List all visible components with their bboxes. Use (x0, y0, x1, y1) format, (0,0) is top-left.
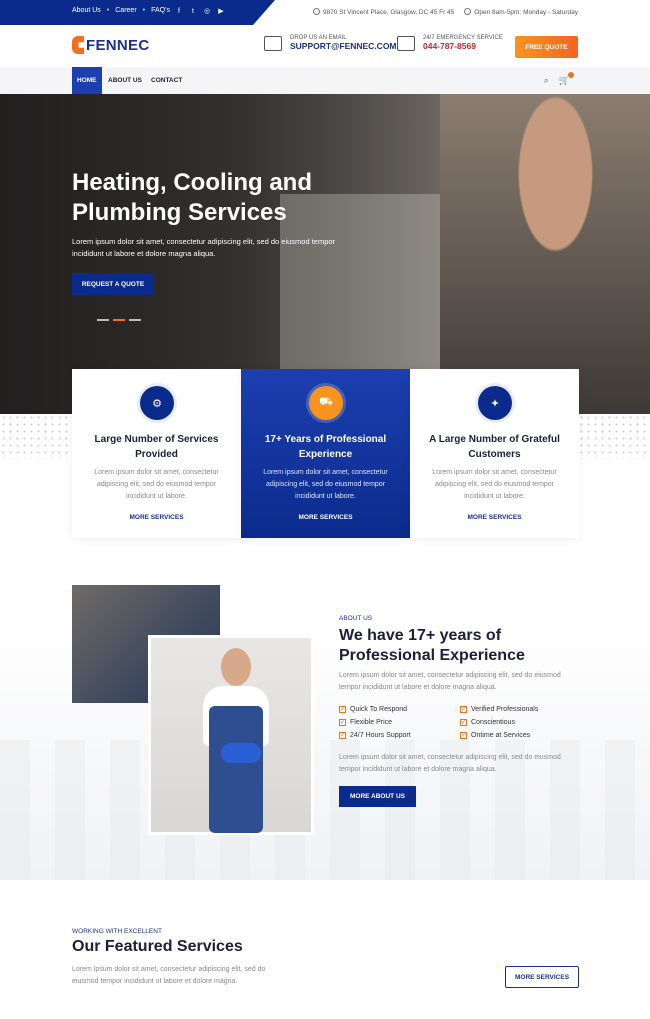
check-label: Flexible Price (350, 719, 393, 726)
email-contact: DROP US AN EMAIL SUPPORT@FENNEC.COM (264, 35, 397, 51)
about-image-plumber (148, 635, 314, 835)
more-services-link[interactable]: MORE SERVICES (241, 514, 410, 521)
feature-card-customers: ✦ A Large Number of Grateful Customers L… (410, 369, 579, 538)
check-label: Quick To Respond (350, 706, 408, 713)
address: 9870 St Vincent Place, Glasgow, DC 45 Fr… (312, 8, 455, 16)
check-item: ✓ 24/7 Hours Support (339, 732, 460, 739)
handshake-icon: ✦ (478, 386, 512, 420)
twitter-icon[interactable]: t (189, 7, 197, 15)
address-text: 9870 St Vincent Place, Glasgow, DC 45 Fr… (322, 9, 455, 16)
more-services-link[interactable]: MORE SERVICES (410, 514, 579, 521)
header: FENNEC DROP US AN EMAIL SUPPORT@FENNEC.C… (0, 25, 650, 67)
logo[interactable]: FENNEC (72, 36, 149, 54)
logo-text: FENNEC (86, 36, 150, 54)
nav-icons: ⌕ 🛒 (544, 72, 574, 86)
check-icon: ✓ (339, 706, 346, 713)
top-link-career[interactable]: Career (115, 7, 136, 14)
check-icon: ✓ (339, 732, 346, 739)
check-item: ✓ Flexible Price (339, 719, 460, 726)
check-item: ✓ Verified Professionals (460, 706, 579, 713)
services-text: Lorem ipsum dolor sit amet, consectetur … (72, 966, 266, 985)
check-label: Verified Professionals (471, 706, 539, 713)
about-title: We have 17+ years of Professional Experi… (339, 627, 525, 664)
about-text: Lorem ipsum dolor sit amet, consectetur … (339, 672, 561, 691)
cart-badge (568, 72, 574, 78)
feature-text: Lorem ipsum dolor sit amet, consectetur … (432, 469, 557, 500)
check-icon: ✓ (460, 719, 467, 726)
feature-card-services: ⚙ Large Number of Services Provided Lore… (72, 369, 241, 538)
phone-link[interactable]: 044-787-8569 (423, 41, 503, 51)
hours-text: Open 8am-5pm: Monday - Saturday (474, 9, 578, 16)
hero-text: Lorem ipsum dolor sit amet, consectetur … (72, 237, 336, 258)
services-title: Our Featured Services (72, 938, 243, 955)
separator-dot: • (106, 7, 110, 14)
check-icon: ✓ (460, 732, 467, 739)
about-tag: ABOUT US (339, 615, 373, 622)
feature-title: A Large Number of Grateful Customers (429, 434, 560, 460)
cart-icon[interactable]: 🛒 (559, 72, 574, 86)
check-item: ✓ Conscientious (460, 719, 579, 726)
logo-icon (72, 36, 84, 54)
hours: Open 8am-5pm: Monday - Saturday (464, 8, 578, 16)
youtube-icon[interactable]: ▶ (217, 7, 225, 15)
facebook-icon[interactable]: f (175, 7, 183, 15)
plumber-glove (221, 743, 261, 763)
plumber-head (221, 648, 251, 686)
top-links: About Us • Career • FAQ's (72, 7, 170, 14)
check-label: Ontime at Services (471, 732, 531, 739)
plumber-overall (209, 706, 263, 833)
request-quote-button[interactable]: REQUEST A QUOTE (72, 273, 154, 295)
top-info: 9870 St Vincent Place, Glasgow, DC 45 Fr… (312, 8, 578, 16)
more-about-us-button[interactable]: MORE ABOUT US (339, 786, 416, 807)
hero-title: Heating, Cooling and Plumbing Services (72, 169, 312, 226)
plumber-figure (191, 648, 281, 833)
clock-icon (464, 8, 472, 15)
phone-icon (397, 35, 415, 51)
feature-text: Lorem ipsum dolor sit amet, consectetur … (94, 469, 219, 500)
slider-dots (97, 319, 141, 321)
truck-icon: ⛟ (309, 386, 343, 420)
feature-title: Large Number of Services Provided (94, 434, 219, 460)
check-icon: ✓ (339, 719, 346, 726)
phone-contact: 24/7 EMERGENCY SERVICE 044-787-8569 (397, 35, 503, 51)
gear-icon: ⚙ (140, 386, 174, 420)
check-item: ✓ Quick To Respond (339, 706, 460, 713)
search-icon[interactable]: ⌕ (544, 75, 549, 86)
slider-dot-active[interactable] (113, 319, 125, 321)
check-label: Conscientious (471, 719, 515, 726)
more-services-link[interactable]: MORE SERVICES (72, 514, 241, 521)
instagram-icon[interactable]: ◎ (203, 7, 211, 15)
top-bar: About Us • Career • FAQ's f t ◎ ▶ 9870 S… (0, 0, 650, 25)
about-checklist: ✓ Quick To Respond ✓ Verified Professional… (339, 706, 579, 739)
top-link-about[interactable]: About Us (72, 7, 101, 14)
envelope-icon (264, 35, 282, 51)
location-icon (312, 8, 320, 15)
dot-pattern (0, 414, 72, 459)
nav-home[interactable]: HOME (72, 67, 102, 94)
hero-worker-image (440, 94, 650, 414)
dot-pattern (578, 414, 650, 459)
check-icon: ✓ (460, 706, 467, 713)
check-item: ✓ Ontime at Services (460, 732, 579, 739)
more-services-button[interactable]: MORE SERVICES (505, 966, 579, 988)
slider-dot[interactable] (97, 319, 109, 321)
slider-dot[interactable] (129, 319, 141, 321)
services-tag: WORKING WITH EXCELLENT (72, 928, 162, 935)
about-text-secondary: Lorem ipsum dolor sit amet, consectetur … (339, 754, 561, 773)
separator-dot: • (142, 7, 146, 14)
nav-contact[interactable]: CONTACT (146, 67, 187, 94)
email-link[interactable]: SUPPORT@FENNEC.COM (290, 41, 397, 51)
nav-about[interactable]: ABOUT US (103, 67, 147, 94)
social-links: f t ◎ ▶ (175, 7, 225, 16)
top-link-faq[interactable]: FAQ's (151, 7, 170, 14)
feature-title: 17+ Years of Professional Experience (264, 434, 387, 460)
feature-card-experience: ⛟ 17+ Years of Professional Experience L… (241, 369, 410, 538)
feature-text: Lorem ipsum dolor sit amet, consectetur … (263, 469, 388, 500)
main-nav: HOME ABOUT US CONTACT ⌕ 🛒 (0, 67, 650, 94)
check-label: 24/7 Hours Support (350, 732, 411, 739)
free-quote-button[interactable]: FREE QUOTE (515, 36, 578, 58)
